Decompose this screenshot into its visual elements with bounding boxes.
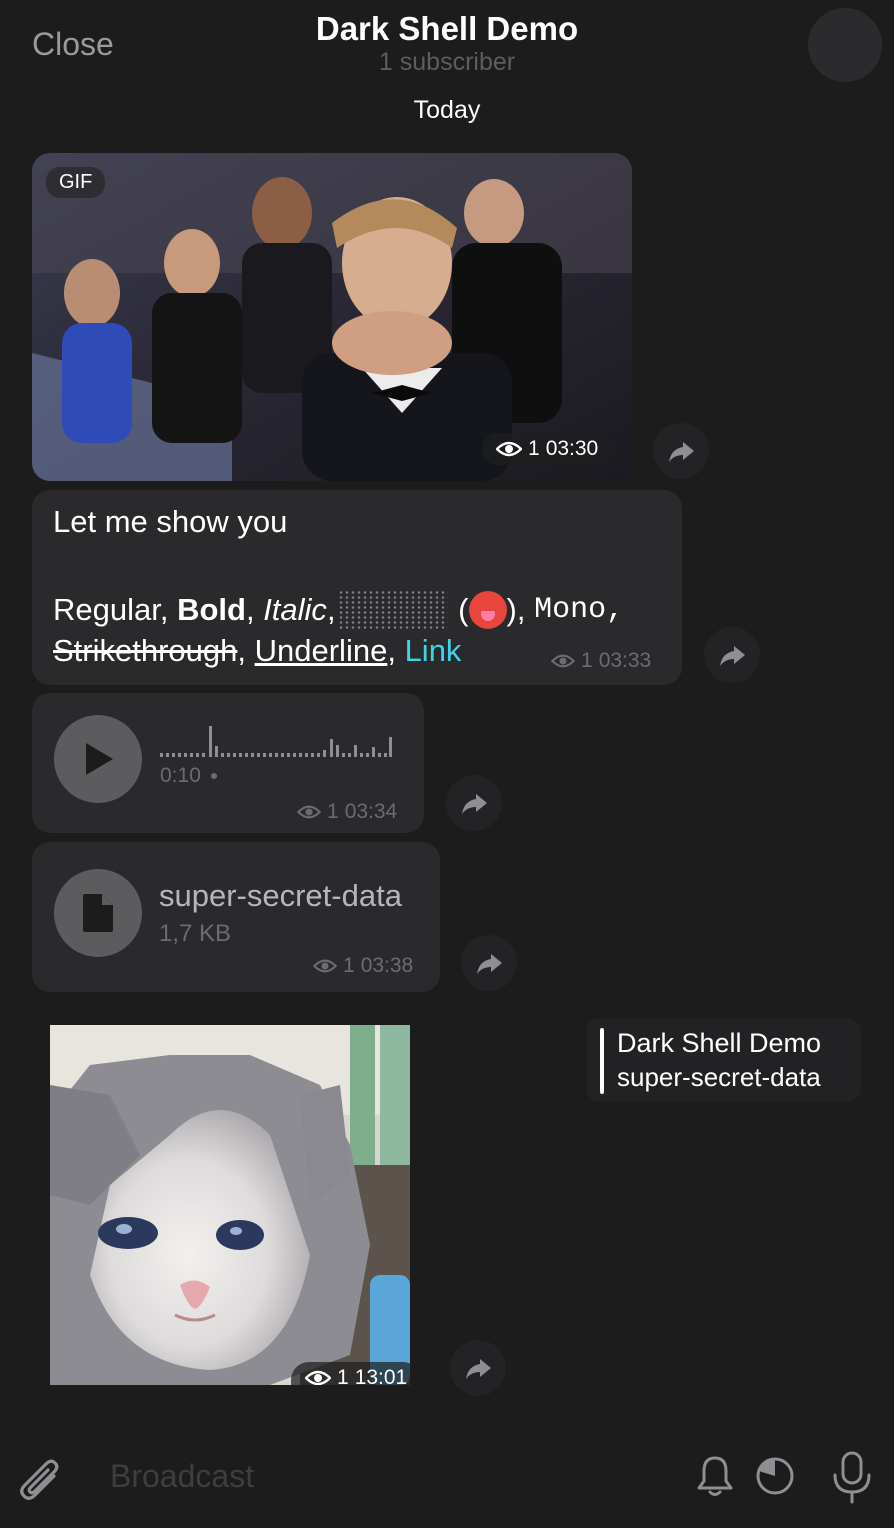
strikethrough-text: Strikethrough [53,633,238,668]
bell-icon[interactable] [695,1454,735,1498]
share-button[interactable] [450,1340,506,1396]
message-time: 03:34 [344,800,398,823]
eye-icon [297,804,321,820]
waveform[interactable] [160,723,392,757]
regular-text: Regular, [53,592,178,627]
eye-icon [305,1369,331,1385]
channel-title[interactable]: Dark Shell Demo [0,10,894,48]
voice-message: 0:10 1 03:34 [32,693,424,833]
bold-text: Bold [177,592,246,627]
kitten-image [50,1025,410,1385]
view-count: 1 [528,437,540,460]
gif-badge: GIF [46,167,106,198]
timer-icon[interactable] [753,1454,797,1498]
share-button[interactable] [704,627,760,683]
file-download-button[interactable] [54,869,142,957]
reply-accent-bar [600,1028,604,1094]
reply-text: super-secret-data [617,1062,821,1092]
voice-duration: 0:10 [160,764,201,787]
message-time: 03:30 [545,437,599,460]
message-meta: 1 03:38 [313,954,413,978]
share-button[interactable] [653,423,709,479]
formatted-text-line: Regular, Bold, Italic, (), Mono, [53,590,624,630]
underline-text: Underline [254,633,388,668]
view-count: 1 [343,954,355,977]
share-icon [466,1359,491,1379]
channel-avatar[interactable] [808,8,882,82]
separator: ), [506,592,535,627]
share-button[interactable] [446,775,502,831]
play-icon [86,743,113,775]
message-time: 13:01 [354,1366,408,1385]
share-button[interactable] [461,935,517,991]
reply-preview[interactable]: Dark Shell Demo super-secret-data [586,1018,861,1102]
gif-message[interactable]: GIF 1 03:30 [32,153,632,481]
photo-meta: 1 13:01 [291,1362,410,1385]
unplayed-dot [210,773,217,779]
photo-message[interactable]: 1 13:01 [50,1025,410,1385]
file-message[interactable]: super-secret-data 1,7 KB 1 03:38 [32,842,440,992]
microphone-icon[interactable] [830,1450,874,1506]
hot-face-emoji-icon [468,591,507,629]
formatted-text-line: Strikethrough, Underline, Link [53,633,461,669]
separator: , [237,633,255,668]
view-count: 1 [327,800,339,823]
eye-icon [551,653,575,669]
share-icon [462,794,487,814]
chat-header: Close Dark Shell Demo 1 subscriber Today [0,0,894,130]
reply-title: Dark Shell Demo [617,1028,822,1058]
voice-duration-row: 0:10 [160,764,217,788]
subscriber-count: 1 subscriber [378,48,516,76]
broadcast-input[interactable]: Broadcast [110,1458,254,1495]
date-separator: Today [413,96,481,124]
paperclip-icon[interactable] [18,1456,64,1508]
message-time: 03:38 [360,954,414,977]
separator: ( [449,592,469,627]
view-count: 1 [337,1366,349,1385]
separator: , [606,593,625,627]
mono-text[interactable]: Mono [534,593,606,627]
separator: , [245,592,264,627]
italic-text: Italic [263,592,327,627]
gif-image [32,153,632,481]
message-meta: 1 03:34 [297,800,397,824]
text-message[interactable]: Let me show you Regular, Bold, Italic, (… [32,490,682,685]
link-text[interactable]: Link [405,633,462,668]
share-icon [669,442,694,462]
share-icon [720,646,745,666]
eye-icon [313,958,337,974]
view-count: 1 [581,649,593,672]
share-icon [477,954,502,974]
separator: , [326,592,336,627]
input-bar: Broadcast [0,1428,894,1528]
separator: , [387,633,405,668]
message-time: 03:33 [598,649,652,672]
gif-meta: 1 03:30 [482,433,613,465]
file-name: super-secret-data [159,878,402,913]
file-icon [83,894,113,932]
message-text: Let me show you [53,504,288,539]
eye-icon [496,440,522,458]
message-meta: 1 03:33 [551,649,651,673]
spoiler-text[interactable] [337,590,448,630]
file-size: 1,7 KB [159,920,232,947]
play-button[interactable] [54,715,142,803]
